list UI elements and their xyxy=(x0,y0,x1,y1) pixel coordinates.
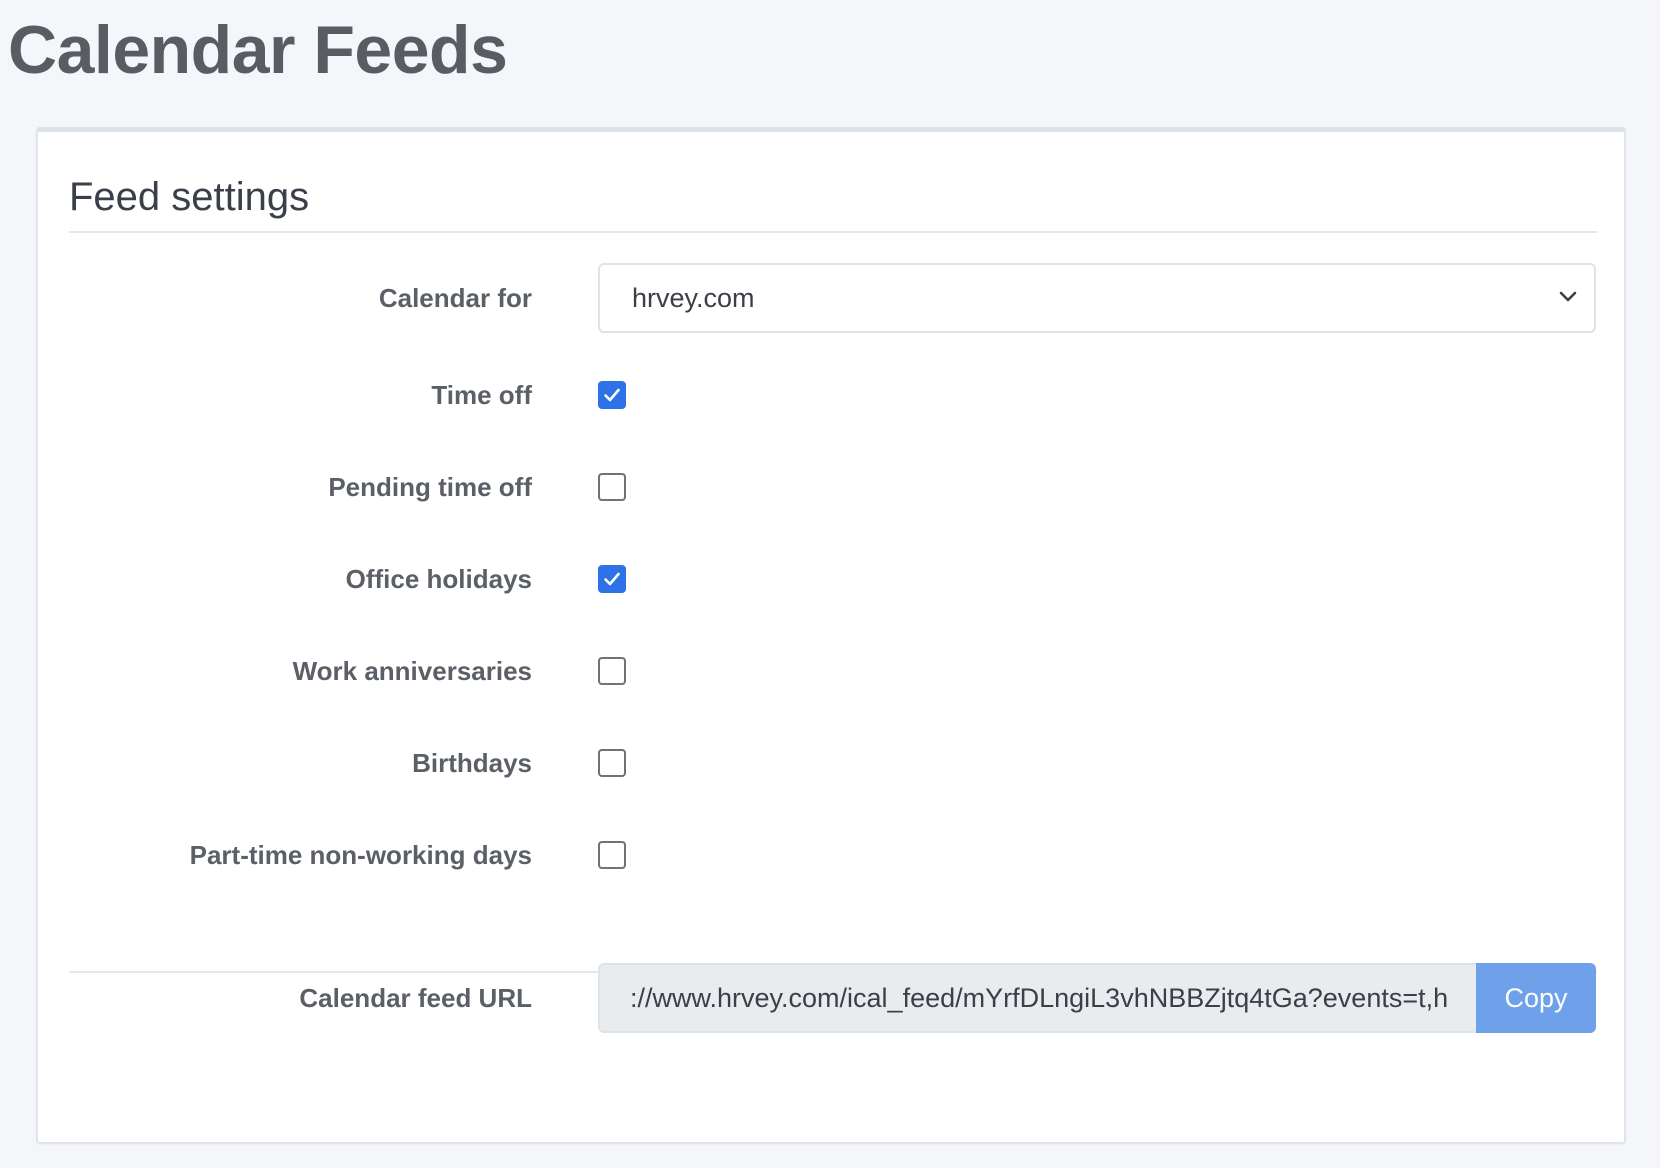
option-row-pending-time-off: Pending time off xyxy=(38,457,1624,517)
option-row-birthdays: Birthdays xyxy=(38,733,1624,793)
feed-url-input[interactable]: ://www.hrvey.com/ical_feed/mYrfDLngiL3vh… xyxy=(598,963,1476,1033)
work-anniversaries-label: Work anniversaries xyxy=(292,656,532,686)
part-time-label: Part-time non-working days xyxy=(189,840,532,870)
office-holidays-checkbox[interactable] xyxy=(598,565,626,593)
chevron-down-icon xyxy=(1559,291,1577,302)
feed-url-value: ://www.hrvey.com/ical_feed/mYrfDLngiL3vh… xyxy=(630,983,1449,1013)
option-row-time-off: Time off xyxy=(38,365,1624,425)
birthdays-label: Birthdays xyxy=(412,748,532,778)
option-row-office-holidays: Office holidays xyxy=(38,549,1624,609)
birthdays-checkbox[interactable] xyxy=(598,749,626,777)
work-anniversaries-checkbox[interactable] xyxy=(598,657,626,685)
option-row-work-anniversaries: Work anniversaries xyxy=(38,641,1624,701)
calendar-for-label: Calendar for xyxy=(378,283,532,313)
calendar-for-row: Calendar for hrvey.com xyxy=(38,263,1624,333)
time-off-checkbox[interactable] xyxy=(598,381,626,409)
feed-url-label: Calendar feed URL xyxy=(299,983,532,1013)
card-title: Feed settings xyxy=(69,175,310,219)
office-holidays-label: Office holidays xyxy=(345,564,532,594)
page-title: Calendar Feeds xyxy=(8,12,508,88)
copy-button[interactable]: Copy xyxy=(1476,963,1596,1033)
option-row-part-time: Part-time non-working days xyxy=(38,825,1624,885)
checkmark-icon xyxy=(604,572,620,586)
pending-time-off-label: Pending time off xyxy=(328,472,532,502)
calendar-for-select[interactable]: hrvey.com xyxy=(598,263,1596,333)
time-off-label: Time off xyxy=(431,380,532,410)
feed-url-group: ://www.hrvey.com/ical_feed/mYrfDLngiL3vh… xyxy=(598,963,1596,1033)
feed-url-row: Calendar feed URL ://www.hrvey.com/ical_… xyxy=(38,963,1624,1033)
feed-settings-card: Feed settings Calendar for hrvey.com Tim… xyxy=(36,127,1626,1144)
divider xyxy=(69,231,1597,233)
calendar-for-value: hrvey.com xyxy=(632,283,755,313)
part-time-checkbox[interactable] xyxy=(598,841,626,869)
checkmark-icon xyxy=(604,388,620,402)
pending-time-off-checkbox[interactable] xyxy=(598,473,626,501)
